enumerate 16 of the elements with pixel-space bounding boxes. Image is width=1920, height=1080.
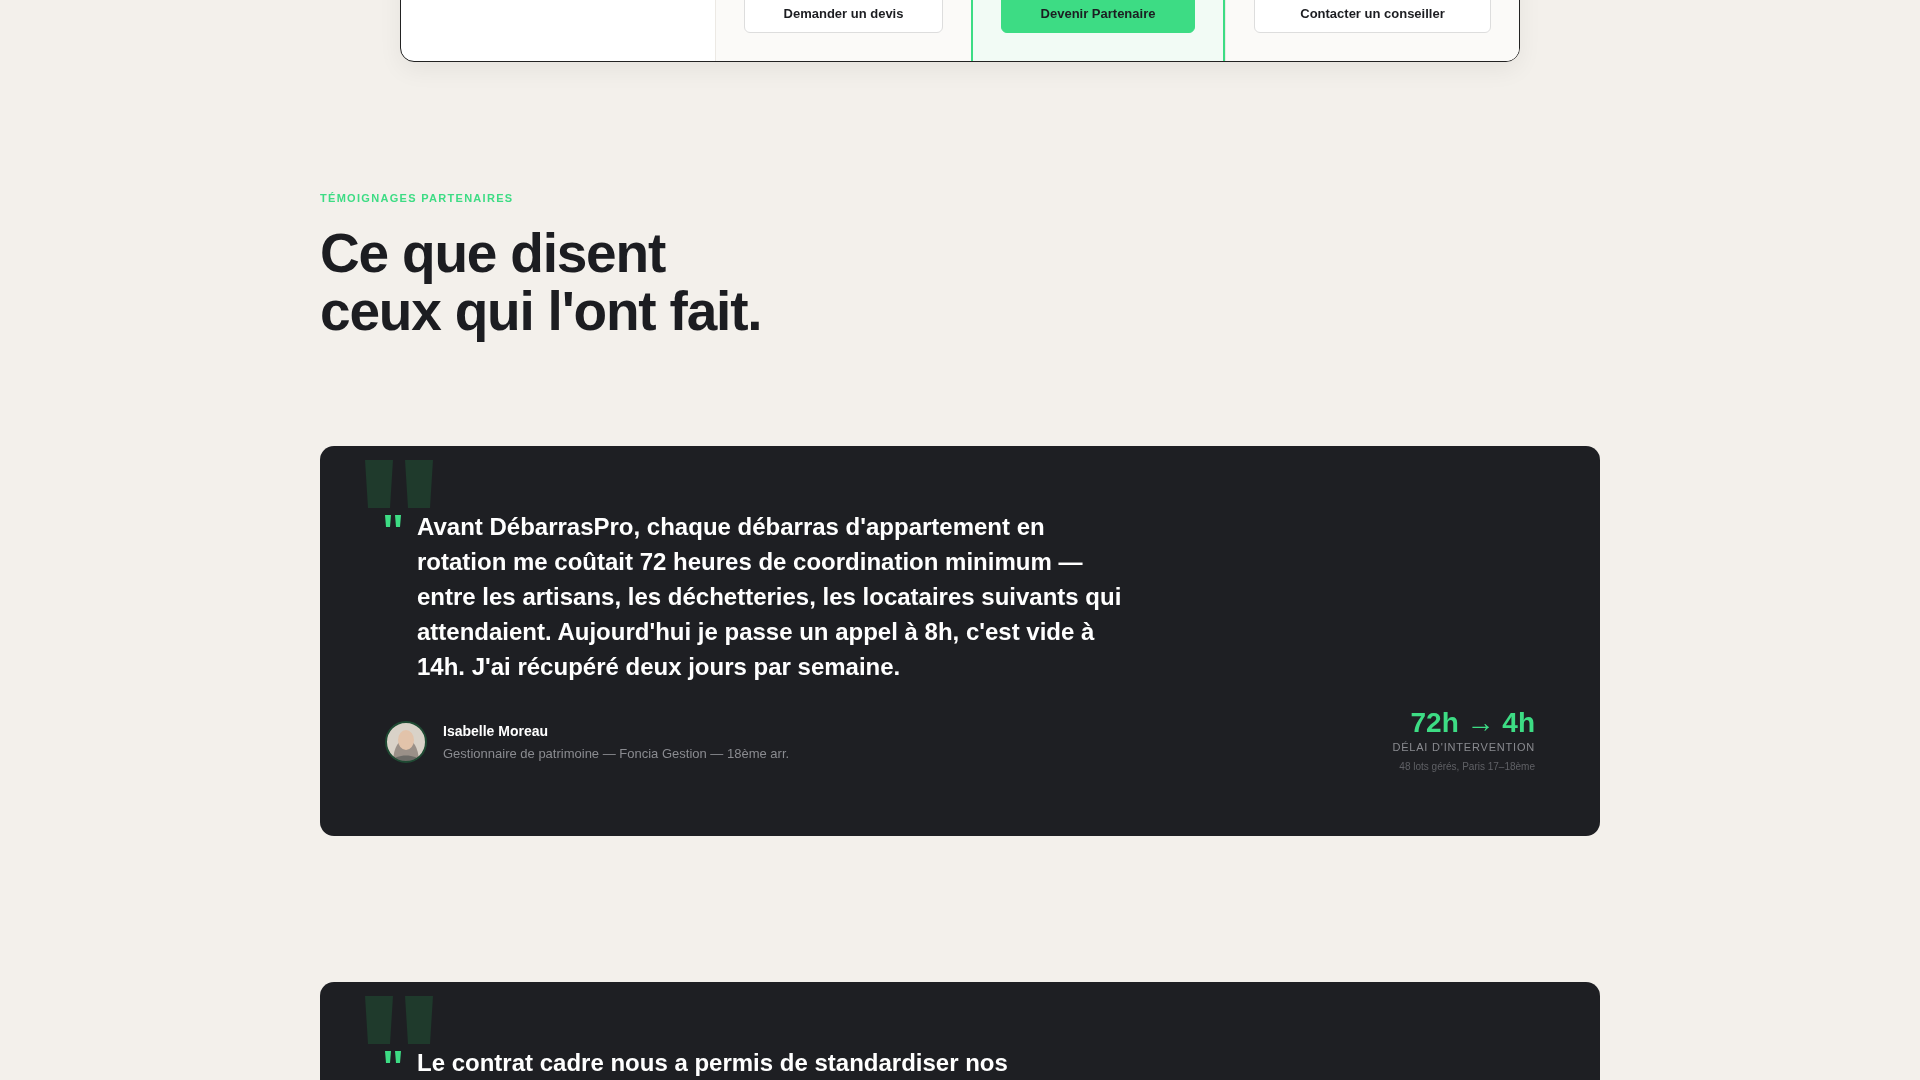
quote-mark-icon xyxy=(365,460,433,508)
metric-value: 72h → 4h xyxy=(1410,707,1535,739)
quote-mark-icon xyxy=(385,515,401,527)
testimonial-quote: Avant DébarrasPro, chaque débarras d'appartement en rotation me coûtait 72 heures de coordination minimum — entre les artisans, les déchetteries, les locataires suivants qui attendaient. Aujourd'hui je passe un appel à 8h, c'est vide à 14h. J'ai récupéré deux jours par semaine. xyxy=(417,512,1123,682)
author-role: Gestionnaire de patrimoine — Foncia Gestion — 18ème arr. xyxy=(443,746,790,761)
metric-label: DÉLAI D'INTERVENTION xyxy=(1392,741,1535,753)
quote-mark-icon xyxy=(365,996,433,1044)
quote-mark-icon xyxy=(385,1051,401,1063)
author-name: Isabelle Moreau xyxy=(443,723,549,739)
cta-button[interactable]: Demander un devis xyxy=(744,0,943,33)
metric-note: 48 lots gérés, Paris 17–18ème xyxy=(1399,761,1535,772)
testimonial-quote: Le contrat cadre nous a permis de standardiser nos xyxy=(417,1048,1008,1078)
cta-button[interactable]: Contacter un conseiller xyxy=(1254,0,1491,33)
section-heading: Ce que disent xyxy=(320,224,665,282)
cta-button[interactable]: Devenir Partenaire xyxy=(1001,0,1195,33)
section-eyebrow: TÉMOIGNAGES PARTENAIRES xyxy=(320,192,514,204)
